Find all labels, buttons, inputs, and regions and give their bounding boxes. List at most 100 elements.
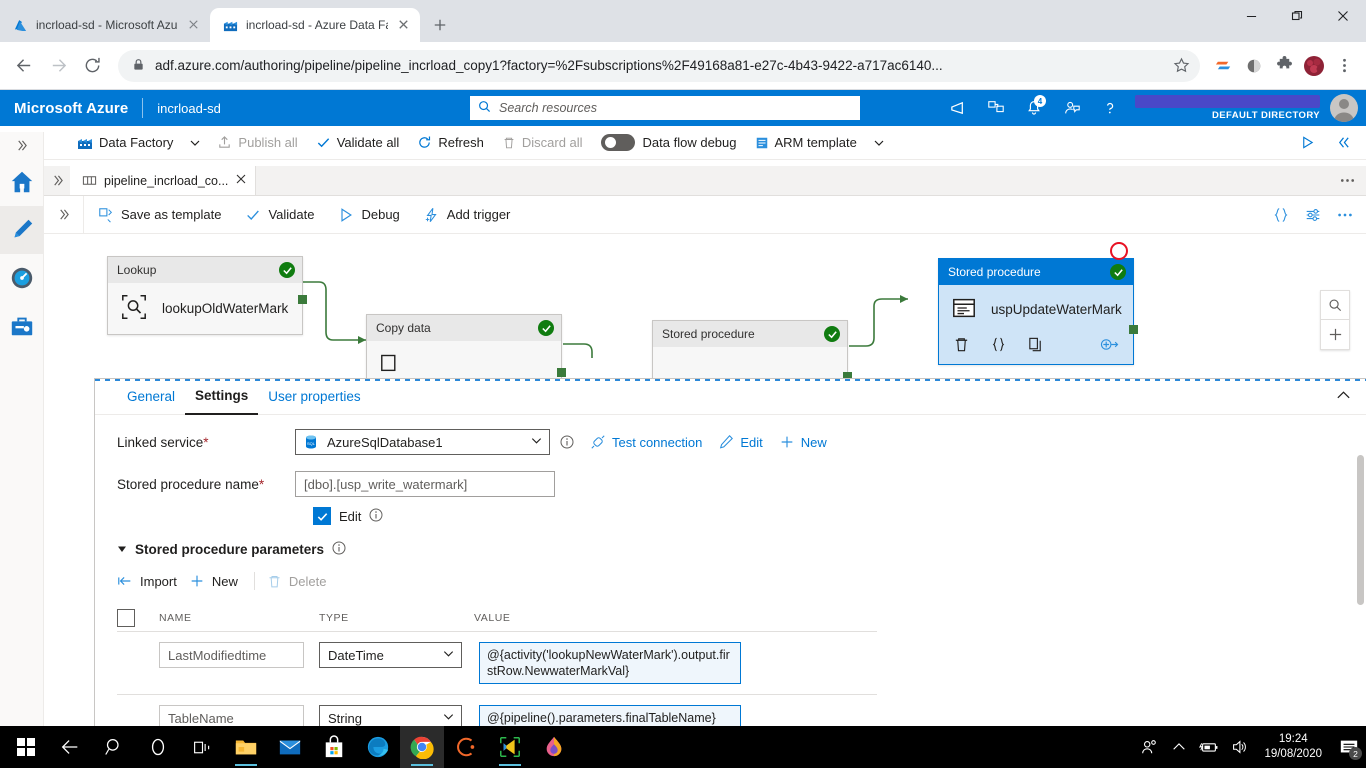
publish-all-button[interactable]: Publish all bbox=[208, 126, 306, 160]
battery-icon[interactable] bbox=[1194, 726, 1224, 768]
output-port[interactable] bbox=[1129, 325, 1138, 334]
add-output-icon[interactable] bbox=[1100, 336, 1119, 356]
info-icon[interactable] bbox=[332, 541, 346, 558]
properties-scrollbar[interactable] bbox=[1357, 455, 1364, 720]
browser-tab-1[interactable]: incrload-sd - Microsoft Azure bbox=[0, 8, 210, 42]
zoom-to-fit-button[interactable] bbox=[1320, 290, 1350, 320]
reload-button[interactable] bbox=[76, 50, 108, 82]
bookmark-star-icon[interactable] bbox=[1168, 53, 1194, 79]
close-icon[interactable] bbox=[235, 173, 247, 188]
output-port[interactable] bbox=[298, 295, 307, 304]
data-flow-debug-toggle[interactable]: Data flow debug bbox=[592, 126, 746, 160]
debug-button[interactable]: Debug bbox=[328, 196, 409, 234]
avatar[interactable] bbox=[1330, 94, 1358, 122]
info-icon[interactable] bbox=[560, 435, 574, 449]
new-tab-button[interactable] bbox=[426, 11, 454, 39]
save-as-template-button[interactable]: Save as template bbox=[88, 196, 231, 234]
feedback-megaphone-icon[interactable] bbox=[941, 91, 975, 125]
activity-stored-procedure-selected[interactable]: Stored procedure uspUpdateWaterMark bbox=[938, 258, 1138, 365]
extension-icon-1[interactable] bbox=[1210, 50, 1238, 82]
validate-button[interactable]: Validate bbox=[235, 196, 324, 234]
code-braces-icon[interactable] bbox=[990, 336, 1007, 356]
activity-lookup[interactable]: Lookup lookupOldWaterMark bbox=[107, 256, 307, 335]
select-all-checkbox[interactable] bbox=[117, 608, 135, 627]
clock[interactable]: 19:24 19/08/2020 bbox=[1254, 732, 1332, 762]
search-input[interactable]: Search resources bbox=[470, 96, 860, 120]
info-icon[interactable] bbox=[369, 508, 383, 525]
edit-linked-service-button[interactable]: Edit bbox=[718, 434, 763, 450]
data-factory-chevron-down-icon[interactable] bbox=[182, 126, 208, 160]
activities-panel-expand-icon[interactable] bbox=[44, 195, 84, 234]
google-chrome-icon[interactable] bbox=[400, 726, 444, 768]
code-braces-icon[interactable] bbox=[1268, 202, 1294, 228]
ellipsis-icon[interactable] bbox=[1332, 202, 1358, 228]
mail-icon[interactable] bbox=[268, 726, 312, 768]
tab-settings[interactable]: Settings bbox=[185, 379, 259, 415]
parameter-value-input[interactable]: @{activity('lookupNewWaterMark').output.… bbox=[479, 642, 741, 684]
delete-parameter-button[interactable]: Delete bbox=[267, 571, 339, 592]
collapse-double-chevron-icon[interactable] bbox=[1326, 126, 1360, 160]
activity-stored-procedure[interactable]: Stored procedure bbox=[652, 320, 852, 382]
profile-avatar[interactable] bbox=[1300, 50, 1328, 82]
browser-tab-2[interactable]: incrload-sd - Azure Data Facto bbox=[210, 8, 420, 42]
file-explorer-icon[interactable] bbox=[224, 726, 268, 768]
copy-icon[interactable] bbox=[1027, 336, 1044, 356]
run-triangle-icon[interactable] bbox=[1290, 126, 1324, 160]
speaker-icon[interactable] bbox=[1224, 726, 1254, 768]
parameter-value-input[interactable]: @{pipeline().parameters.finalTableName} bbox=[479, 705, 741, 726]
chrome-menu-icon[interactable] bbox=[1330, 50, 1358, 82]
forward-button[interactable] bbox=[42, 50, 74, 82]
data-factory-menu[interactable]: Data Factory bbox=[68, 126, 182, 160]
new-parameter-button[interactable]: New bbox=[189, 570, 250, 592]
test-connection-button[interactable]: Test connection bbox=[590, 434, 702, 450]
add-trigger-button[interactable]: Add trigger bbox=[414, 196, 521, 234]
close-button[interactable] bbox=[1320, 0, 1366, 32]
chevron-down-icon[interactable] bbox=[442, 710, 455, 726]
tab-general[interactable]: General bbox=[117, 379, 185, 415]
notifications-bell-icon[interactable]: 4 bbox=[1017, 91, 1051, 125]
tab-user-properties[interactable]: User properties bbox=[258, 379, 370, 415]
extension-icon-2[interactable] bbox=[1240, 50, 1268, 82]
new-linked-service-button[interactable]: New bbox=[779, 434, 827, 450]
close-icon[interactable] bbox=[186, 17, 202, 33]
minimize-button[interactable] bbox=[1228, 0, 1274, 32]
microsoft-store-icon[interactable] bbox=[312, 726, 356, 768]
microsoft-edge-icon[interactable] bbox=[356, 726, 400, 768]
tab-pipeline[interactable]: pipeline_incrload_co... bbox=[70, 166, 257, 195]
parameter-type-dropdown[interactable]: String bbox=[319, 705, 462, 726]
pipeline-tab-more-icon[interactable] bbox=[1339, 172, 1356, 192]
start-button[interactable] bbox=[4, 726, 48, 768]
show-hidden-icons-chevron-up-icon[interactable] bbox=[1164, 726, 1194, 768]
validate-all-button[interactable]: Validate all bbox=[307, 126, 409, 160]
close-icon[interactable] bbox=[396, 17, 412, 33]
output-port[interactable] bbox=[557, 368, 566, 377]
trash-icon[interactable] bbox=[953, 336, 970, 356]
pipeline-canvas[interactable]: Lookup lookupOldWaterMark Copy data Stor… bbox=[44, 234, 1366, 382]
scrollbar-thumb[interactable] bbox=[1357, 455, 1364, 605]
sidebar-item-author[interactable] bbox=[0, 206, 43, 254]
sidebar-item-monitor[interactable] bbox=[0, 254, 43, 302]
chevron-up-icon[interactable] bbox=[1335, 387, 1352, 407]
back-icon[interactable] bbox=[48, 726, 92, 768]
maximize-button[interactable] bbox=[1274, 0, 1320, 32]
activity-copy-data[interactable]: Copy data bbox=[366, 314, 566, 382]
support-person-icon[interactable] bbox=[1055, 91, 1089, 125]
search-icon[interactable] bbox=[92, 726, 136, 768]
action-center-icon[interactable]: 2 bbox=[1332, 726, 1366, 768]
chevron-down-icon[interactable] bbox=[530, 434, 543, 450]
import-parameters-button[interactable]: Import bbox=[117, 570, 189, 592]
account-info[interactable]: DEFAULT DIRECTORY bbox=[1135, 95, 1320, 121]
extensions-puzzle-icon[interactable] bbox=[1270, 50, 1298, 82]
discard-all-button[interactable]: Discard all bbox=[493, 126, 592, 160]
parameter-name-input[interactable]: TableName bbox=[159, 705, 304, 726]
toggle-switch[interactable] bbox=[600, 134, 635, 151]
rail-expand-icon[interactable] bbox=[0, 132, 43, 158]
factory-resources-expand-icon[interactable] bbox=[44, 166, 70, 195]
linked-service-dropdown[interactable]: SQL AzureSqlDatabase1 bbox=[295, 429, 550, 455]
people-icon[interactable] bbox=[1134, 726, 1164, 768]
droplet-icon[interactable] bbox=[532, 726, 576, 768]
refresh-button[interactable]: Refresh bbox=[408, 126, 493, 160]
sidebar-item-manage[interactable] bbox=[0, 302, 43, 350]
sidebar-item-home[interactable] bbox=[0, 158, 43, 206]
cortana-icon[interactable] bbox=[136, 726, 180, 768]
